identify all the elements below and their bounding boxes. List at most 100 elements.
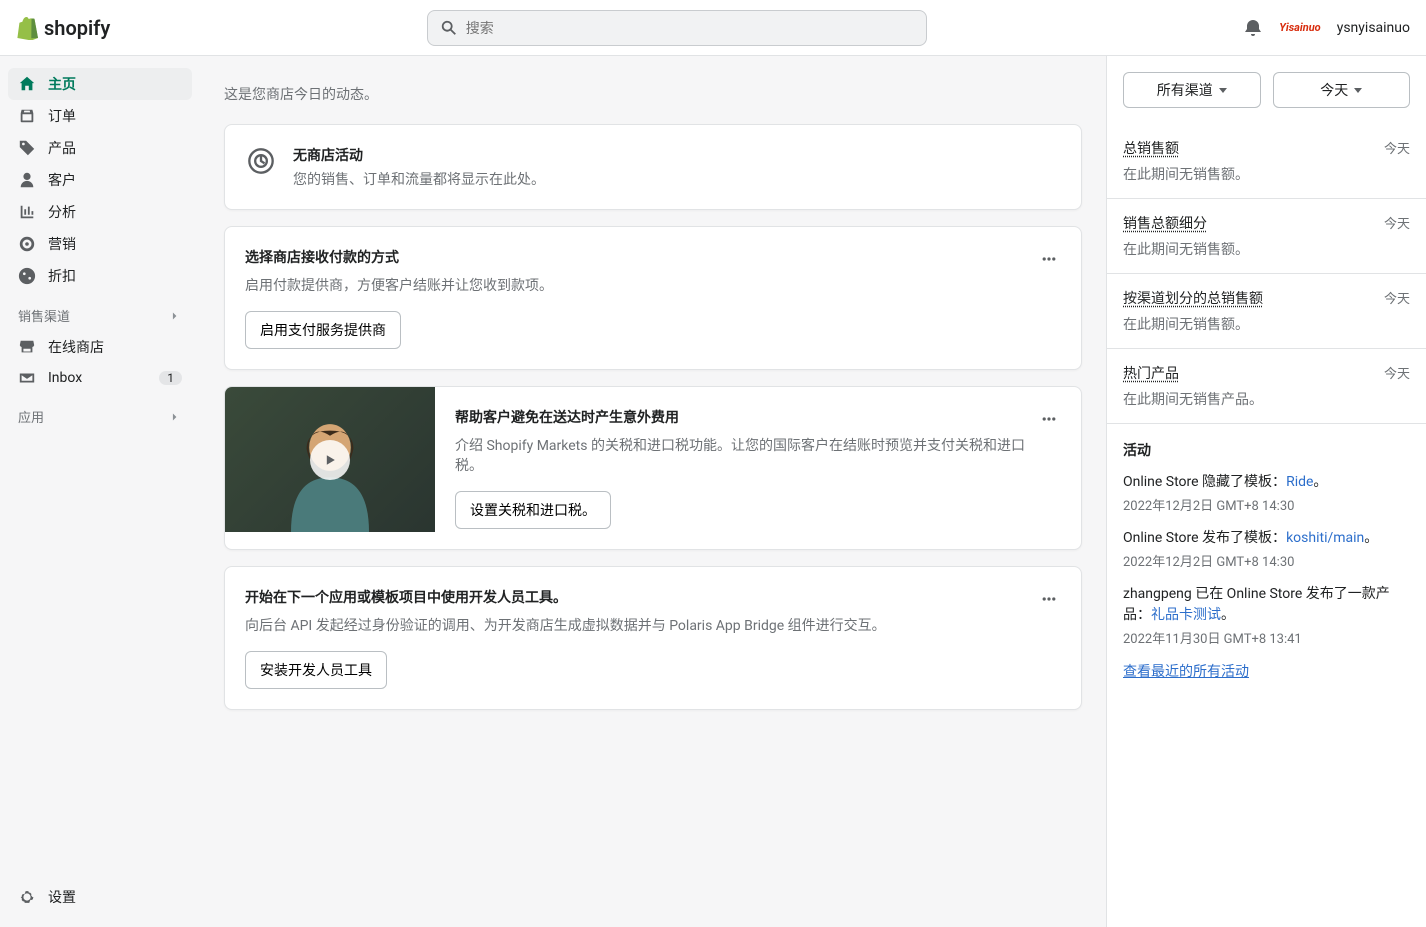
metric-total-sales[interactable]: 总销售额 今天 在此期间无销售额。 xyxy=(1107,124,1426,199)
username[interactable]: ysnyisainuo xyxy=(1337,20,1410,36)
nav-label: 订单 xyxy=(48,106,76,126)
main-content: 这是您商店今日的动态。 无商店活动 您的销售、订单和流量都将显示在此处。 选择商… xyxy=(200,0,1106,754)
metric-empty: 在此期间无销售产品。 xyxy=(1123,389,1410,409)
nav-settings[interactable]: 设置 xyxy=(8,879,192,915)
card-desc: 启用付款提供商，方便客户结账并让您收到款项。 xyxy=(245,275,1037,295)
search-container xyxy=(110,10,1243,46)
more-icon[interactable] xyxy=(1037,587,1061,615)
feed-title: 无商店活动 xyxy=(293,145,545,165)
channels-dropdown[interactable]: 所有渠道 xyxy=(1123,72,1261,108)
nav-discounts[interactable]: 折扣 xyxy=(8,260,192,292)
nav-label: 分析 xyxy=(48,202,76,222)
nav-home[interactable]: 主页 xyxy=(8,68,192,100)
view-all-link[interactable]: 查看最近的所有活动 xyxy=(1123,661,1410,681)
dropdown-label: 所有渠道 xyxy=(1157,80,1213,100)
header-right: Yisainuo ysnyisainuo xyxy=(1243,18,1410,38)
more-icon[interactable] xyxy=(1037,407,1061,435)
enable-payments-button[interactable]: 启用支付服务提供商 xyxy=(245,311,401,349)
activity-link[interactable]: 礼品卡测试 xyxy=(1151,607,1221,623)
card-title: 开始在下一个应用或模板项目中使用开发人员工具。 xyxy=(245,587,1037,607)
metric-empty: 在此期间无销售额。 xyxy=(1123,239,1410,259)
activity-prefix: Online Store 隐藏了模板： xyxy=(1123,474,1286,490)
activity-prefix: Online Store 发布了模板： xyxy=(1123,530,1286,546)
chevron-down-icon xyxy=(1219,88,1227,93)
chevron-right-icon xyxy=(168,309,182,323)
nav-customers[interactable]: 客户 xyxy=(8,164,192,196)
install-devtools-button[interactable]: 安装开发人员工具 xyxy=(245,651,387,689)
nav-products[interactable]: 产品 xyxy=(8,132,192,164)
inbox-icon xyxy=(18,369,36,387)
card-title: 选择商店接收付款的方式 xyxy=(245,247,1037,267)
metric-sales-by-channel[interactable]: 按渠道划分的总销售额 今天 在此期间无销售额。 xyxy=(1107,274,1426,349)
search-icon xyxy=(440,19,458,37)
nav-label: 营销 xyxy=(48,234,76,254)
activity-link[interactable]: koshiti/main xyxy=(1286,530,1364,546)
date-dropdown[interactable]: 今天 xyxy=(1273,72,1411,108)
nav-marketing[interactable]: 营销 xyxy=(8,228,192,260)
activity-item: Online Store 隐藏了模板：Ride。 2022年12月2日 GMT+… xyxy=(1123,472,1410,514)
activity-item: Online Store 发布了模板：koshiti/main。 2022年12… xyxy=(1123,528,1410,570)
nav-analytics[interactable]: 分析 xyxy=(8,196,192,228)
play-icon xyxy=(310,440,350,480)
card-devtools: 开始在下一个应用或模板项目中使用开发人员工具。 向后台 API 发起经过身份验证… xyxy=(224,566,1082,710)
tag-text: Yisainuo xyxy=(1279,21,1320,34)
settings-label: 设置 xyxy=(48,887,76,907)
search-input[interactable] xyxy=(466,20,914,36)
activity-suffix: 。 xyxy=(1364,530,1378,546)
chevron-down-icon xyxy=(1354,88,1362,93)
metric-label: 销售总额细分 xyxy=(1123,213,1207,233)
activity-time: 2022年11月30日 GMT+8 13:41 xyxy=(1123,628,1410,647)
gear-icon xyxy=(18,888,36,906)
analytics-icon xyxy=(18,203,36,221)
section-label: 应用 xyxy=(18,407,44,426)
search-box[interactable] xyxy=(427,10,927,46)
bell-icon[interactable] xyxy=(1243,18,1263,38)
metric-time: 今天 xyxy=(1384,288,1410,308)
video-thumbnail[interactable] xyxy=(225,387,435,532)
logo[interactable]: shopify xyxy=(16,16,110,40)
activity-suffix: 。 xyxy=(1221,607,1235,623)
nav-online-store[interactable]: 在线商店 xyxy=(8,331,192,363)
channels-section[interactable]: 销售渠道 xyxy=(8,292,192,331)
metric-sales-breakdown[interactable]: 销售总额细分 今天 在此期间无销售额。 xyxy=(1107,199,1426,274)
nav-label: 折扣 xyxy=(48,266,76,286)
activity-item: zhangpeng 已在 Online Store 发布了一款产品：礼品卡测试。… xyxy=(1123,584,1410,647)
marketing-icon xyxy=(18,235,36,253)
sidebar: 主页 订单 产品 客户 分析 营销 折扣 销售渠道 在线商店 Inbox 1 应… xyxy=(0,56,200,927)
customers-icon xyxy=(18,171,36,189)
brand-text: shopify xyxy=(44,16,110,40)
card-desc: 介绍 Shopify Markets 的关税和进口税功能。让您的国际客户在结账时… xyxy=(455,435,1037,475)
activity-section: 活动 Online Store 隐藏了模板：Ride。 2022年12月2日 G… xyxy=(1107,424,1426,697)
activity-time: 2022年12月2日 GMT+8 14:30 xyxy=(1123,495,1410,514)
card-desc: 向后台 API 发起经过身份验证的调用、为开发商店生成虚拟数据并与 Polari… xyxy=(245,615,1037,635)
right-panel: 所有渠道 今天 总销售额 今天 在此期间无销售额。 销售总额细分 今天 在此期间… xyxy=(1106,56,1426,927)
metric-label: 按渠道划分的总销售额 xyxy=(1123,288,1263,308)
apps-section[interactable]: 应用 xyxy=(8,393,192,432)
dropdown-label: 今天 xyxy=(1320,80,1348,100)
chevron-right-icon xyxy=(168,410,182,424)
home-icon xyxy=(18,75,36,93)
nav-label: 主页 xyxy=(48,74,76,94)
section-label: 销售渠道 xyxy=(18,306,70,325)
card-title: 帮助客户避免在送达时产生意外费用 xyxy=(455,407,1037,427)
card-payments: 选择商店接收付款的方式 启用付款提供商，方便客户结账并让您收到款项。 启用支付服… xyxy=(224,226,1082,370)
metric-time: 今天 xyxy=(1384,213,1410,233)
metric-label: 总销售额 xyxy=(1123,138,1179,158)
inbox-badge: 1 xyxy=(159,371,182,385)
nav-label: 客户 xyxy=(48,170,76,190)
products-icon xyxy=(18,139,36,157)
discounts-icon xyxy=(18,267,36,285)
feed-desc: 您的销售、订单和流量都将显示在此处。 xyxy=(293,169,545,189)
activity-icon xyxy=(245,145,277,177)
nav-orders[interactable]: 订单 xyxy=(8,100,192,132)
metric-top-products[interactable]: 热门产品 今天 在此期间无销售产品。 xyxy=(1107,349,1426,424)
setup-duties-button[interactable]: 设置关税和进口税。 xyxy=(455,491,611,529)
metric-empty: 在此期间无销售额。 xyxy=(1123,314,1410,334)
nav-inbox[interactable]: Inbox 1 xyxy=(8,363,192,393)
activity-link[interactable]: Ride xyxy=(1286,474,1313,490)
orders-icon xyxy=(18,107,36,125)
more-icon[interactable] xyxy=(1037,247,1061,275)
nav-label: 在线商店 xyxy=(48,337,104,357)
metric-time: 今天 xyxy=(1384,138,1410,158)
metric-empty: 在此期间无销售额。 xyxy=(1123,164,1410,184)
